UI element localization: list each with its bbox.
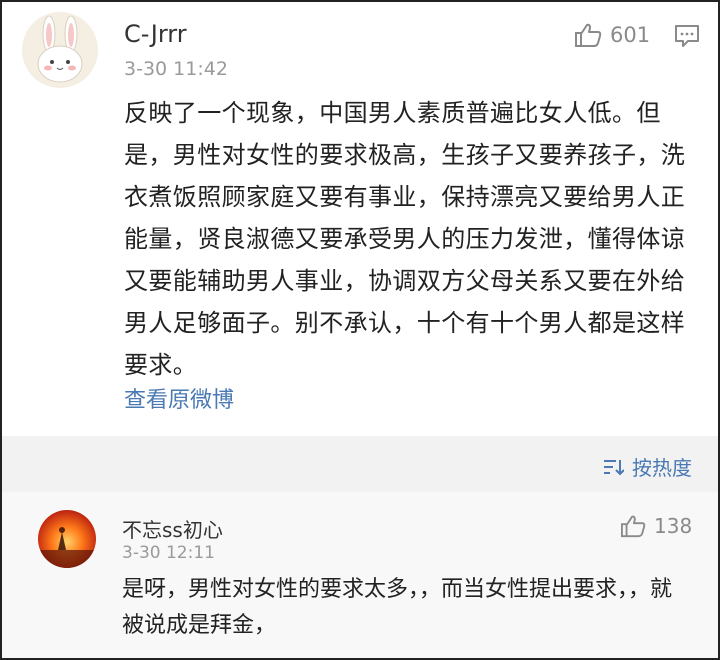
view-original-link[interactable]: 查看原微博 — [124, 382, 234, 414]
reply-text: 是呀，男性对女性的要求太多，，而当女性提出要求，，就被说成是拜金， — [122, 577, 673, 638]
sort-label: 按热度 — [632, 456, 692, 480]
thumbs-up-icon — [621, 515, 646, 538]
sort-by-hot-button[interactable]: 按热度 — [602, 452, 692, 481]
avatar[interactable] — [22, 12, 98, 88]
username[interactable]: 不忘ss初心 — [122, 514, 223, 543]
like-button[interactable]: 138 — [620, 514, 692, 538]
sort-lines-icon — [604, 459, 624, 475]
like-count: 138 — [654, 514, 693, 538]
thumbs-up-icon — [575, 23, 602, 47]
comment-text: 反映了一个现象，中国男人素质普遍比女人低。但是，男性对女性的要求极高，生孩子又要… — [124, 99, 686, 379]
reply-button[interactable] — [674, 24, 700, 52]
comment-icon — [675, 25, 699, 47]
timestamp: 3-30 11:42 — [124, 58, 228, 80]
like-button[interactable]: 601 — [574, 22, 650, 48]
avatar[interactable] — [38, 510, 96, 568]
rabbit-avatar-icon — [22, 12, 98, 88]
timestamp: 3-30 12:11 — [122, 543, 215, 563]
like-count: 601 — [610, 23, 651, 47]
sunset-avatar-icon — [38, 527, 96, 568]
username[interactable]: C-Jrrr — [124, 20, 187, 48]
